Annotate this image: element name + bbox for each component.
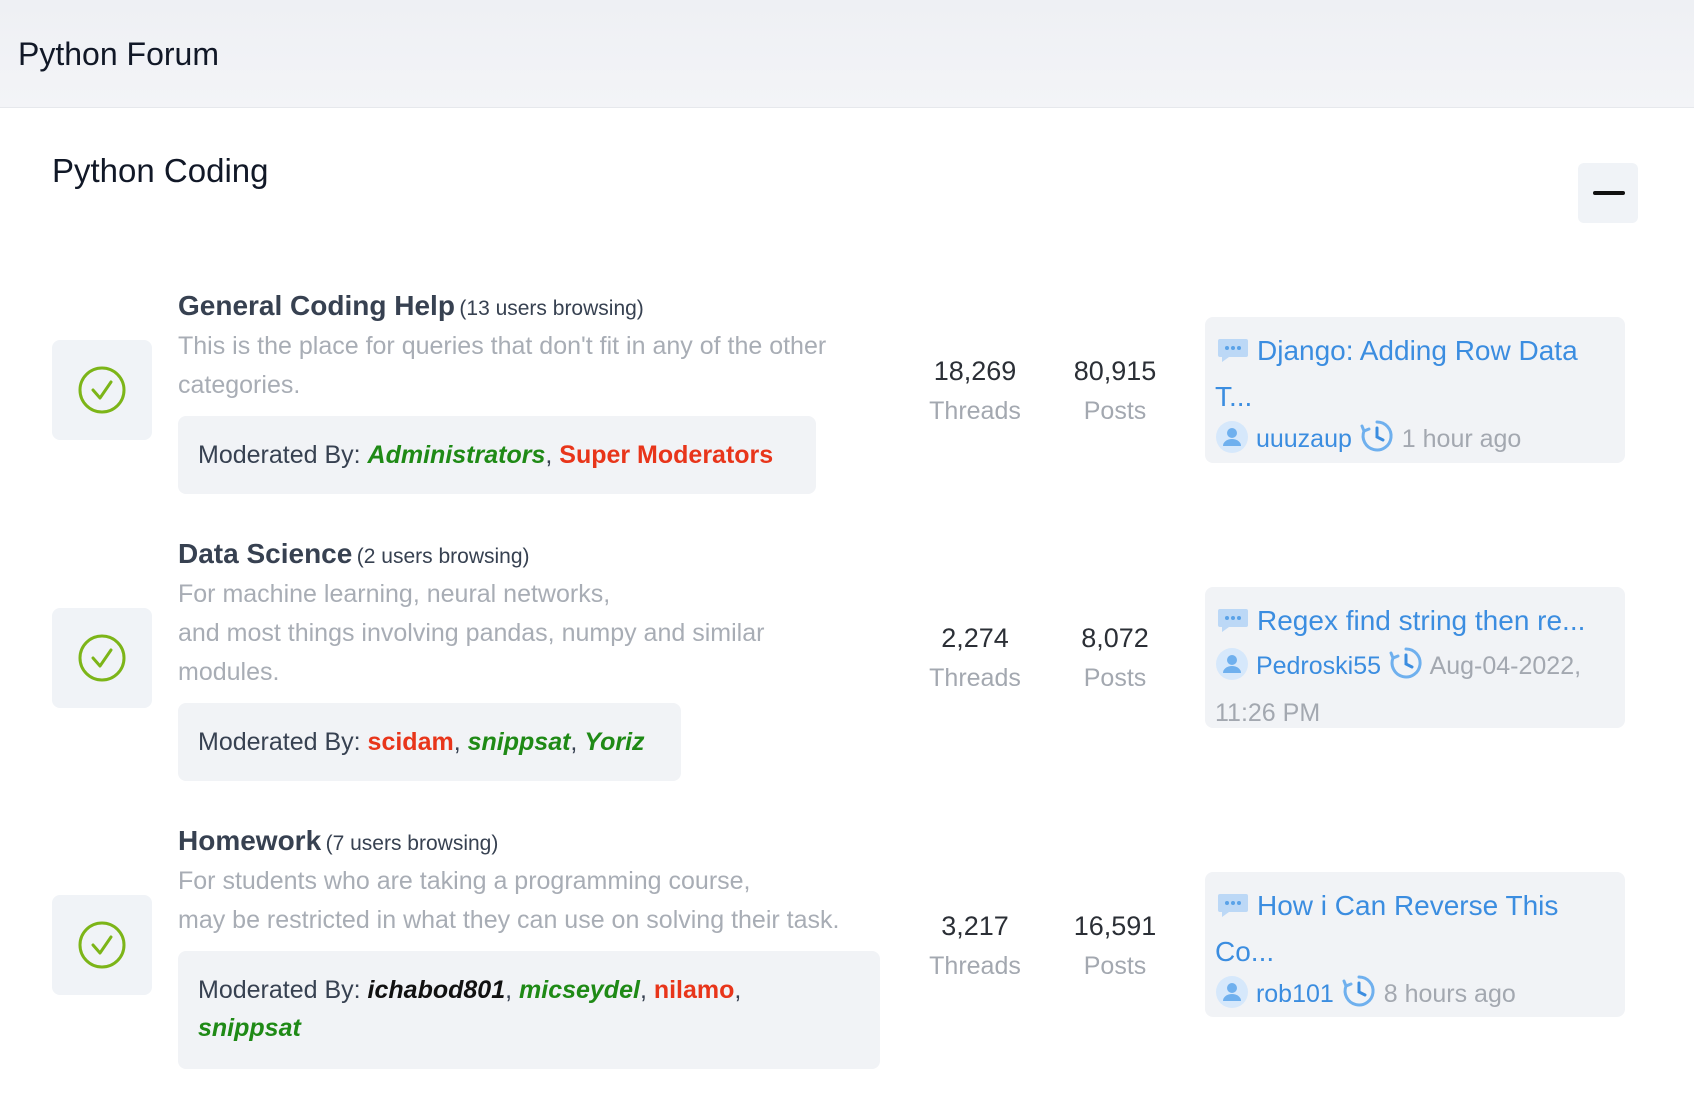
last-post-box: Regex find string then re... Pedroski55 … bbox=[1205, 587, 1625, 728]
site-title[interactable]: Python Forum bbox=[18, 36, 219, 73]
top-header: Python Forum bbox=[0, 0, 1694, 108]
description-line: may be restricted in what they can use o… bbox=[178, 906, 840, 934]
description-line: and most things involving pandas, numpy … bbox=[178, 619, 765, 686]
moderator-link[interactable]: snippsat bbox=[468, 728, 571, 756]
clock-history-icon bbox=[1359, 418, 1395, 466]
last-post-title: How i Can Reverse This Co... bbox=[1215, 890, 1559, 967]
moderators-box: Moderated By: Administrators, Super Mode… bbox=[178, 416, 816, 494]
moderator-link[interactable]: micseydel bbox=[519, 976, 640, 1004]
forum-description: For students who are taking a programmin… bbox=[178, 862, 898, 940]
moderator-link[interactable]: Yoriz bbox=[584, 728, 644, 756]
moderated-by-label: Moderated By: bbox=[198, 441, 361, 469]
users-browsing: (7 users browsing) bbox=[325, 832, 499, 855]
posts-label: Posts bbox=[1083, 664, 1147, 692]
last-post-title-link[interactable]: Regex find string then re... bbox=[1215, 599, 1615, 645]
last-post-meta: rob101 8 hours ago bbox=[1215, 973, 1615, 1021]
posts-count: 16,591 bbox=[1073, 911, 1157, 941]
last-post-time: 1 hour ago bbox=[1401, 425, 1522, 453]
user-avatar-icon bbox=[1215, 647, 1249, 693]
posts-stat: 16,591 Posts bbox=[1045, 906, 1185, 986]
last-post-box: Django: Adding Row Data T... uuuzaup 1 h… bbox=[1205, 317, 1625, 463]
threads-label: Threads bbox=[929, 397, 1021, 425]
posts-label: Posts bbox=[1083, 952, 1147, 980]
users-browsing: (13 users browsing) bbox=[459, 297, 644, 320]
last-post-title-link[interactable]: Django: Adding Row Data T... bbox=[1215, 329, 1615, 418]
threads-count: 18,269 bbox=[933, 356, 1017, 386]
posts-label: Posts bbox=[1083, 397, 1147, 425]
forum-heading: General Coding Help (13 users browsing) bbox=[178, 290, 644, 322]
moderator-link[interactable]: snippsat bbox=[198, 1014, 301, 1042]
forum-description: For machine learning, neural networks, a… bbox=[178, 575, 818, 692]
moderators-box: Moderated By: ichabod801, micseydel, nil… bbox=[178, 951, 880, 1069]
forum-name-link[interactable]: Homework bbox=[178, 825, 321, 856]
check-circle-icon bbox=[78, 921, 126, 969]
check-circle-icon bbox=[78, 366, 126, 414]
threads-stat: 18,269 Threads bbox=[905, 351, 1045, 431]
last-post-user-link[interactable]: Pedroski55 bbox=[1256, 652, 1381, 680]
minus-icon bbox=[1593, 191, 1625, 195]
last-post-meta: uuuzaup 1 hour ago bbox=[1215, 418, 1615, 466]
chat-bubble-icon bbox=[1217, 887, 1249, 930]
last-post-user-link[interactable]: rob101 bbox=[1256, 980, 1334, 1008]
threads-label: Threads bbox=[929, 952, 1021, 980]
forum-status bbox=[52, 608, 152, 708]
threads-stat: 3,217 Threads bbox=[905, 906, 1045, 986]
moderated-by-label: Moderated By: bbox=[198, 976, 361, 1004]
users-browsing: (2 users browsing) bbox=[356, 545, 530, 568]
last-post-meta: Pedroski55 Aug-04-2022, 11:26 PM bbox=[1215, 645, 1615, 733]
threads-label: Threads bbox=[929, 664, 1021, 692]
last-post-box: How i Can Reverse This Co... rob101 8 ho… bbox=[1205, 872, 1625, 1017]
moderated-by-label: Moderated By: bbox=[198, 728, 361, 756]
moderator-link[interactable]: nilamo bbox=[654, 976, 735, 1004]
category-title[interactable]: Python Coding bbox=[52, 152, 268, 190]
last-post-title-link[interactable]: How i Can Reverse This Co... bbox=[1215, 884, 1615, 973]
description-line: For machine learning, neural networks, bbox=[178, 580, 611, 608]
moderators-box: Moderated By: scidam, snippsat, Yoriz bbox=[178, 703, 681, 781]
posts-stat: 8,072 Posts bbox=[1045, 618, 1185, 698]
forum-name-link[interactable]: Data Science bbox=[178, 538, 352, 569]
threads-count: 2,274 bbox=[941, 623, 1009, 653]
description-line: For students who are taking a programmin… bbox=[178, 867, 751, 895]
last-post-title: Regex find string then re... bbox=[1257, 605, 1586, 636]
last-post-time: 8 hours ago bbox=[1383, 980, 1516, 1008]
last-post-title: Django: Adding Row Data T... bbox=[1215, 335, 1578, 412]
forum-status bbox=[52, 340, 152, 440]
check-circle-icon bbox=[78, 634, 126, 682]
posts-stat: 80,915 Posts bbox=[1045, 351, 1185, 431]
threads-stat: 2,274 Threads bbox=[905, 618, 1045, 698]
last-post-user-link[interactable]: uuuzaup bbox=[1256, 425, 1352, 453]
clock-history-icon bbox=[1388, 645, 1424, 693]
collapse-button[interactable] bbox=[1578, 163, 1638, 223]
user-avatar-icon bbox=[1215, 975, 1249, 1021]
forum-heading: Data Science (2 users browsing) bbox=[178, 538, 530, 570]
forum-heading: Homework (7 users browsing) bbox=[178, 825, 498, 857]
moderator-link[interactable]: scidam bbox=[368, 728, 454, 756]
chat-bubble-icon bbox=[1217, 332, 1249, 375]
moderator-link[interactable]: ichabod801 bbox=[368, 976, 506, 1004]
forum-description: This is the place for queries that don't… bbox=[178, 332, 827, 399]
threads-count: 3,217 bbox=[941, 911, 1009, 941]
moderator-link[interactable]: Super Moderators bbox=[559, 441, 773, 469]
clock-history-icon bbox=[1341, 973, 1377, 1021]
forum-name-link[interactable]: General Coding Help bbox=[178, 290, 455, 321]
chat-bubble-icon bbox=[1217, 602, 1249, 645]
moderator-link[interactable]: Administrators bbox=[368, 441, 546, 469]
forum-status bbox=[52, 895, 152, 995]
posts-count: 80,915 bbox=[1073, 356, 1157, 386]
user-avatar-icon bbox=[1215, 420, 1249, 466]
posts-count: 8,072 bbox=[1081, 623, 1149, 653]
